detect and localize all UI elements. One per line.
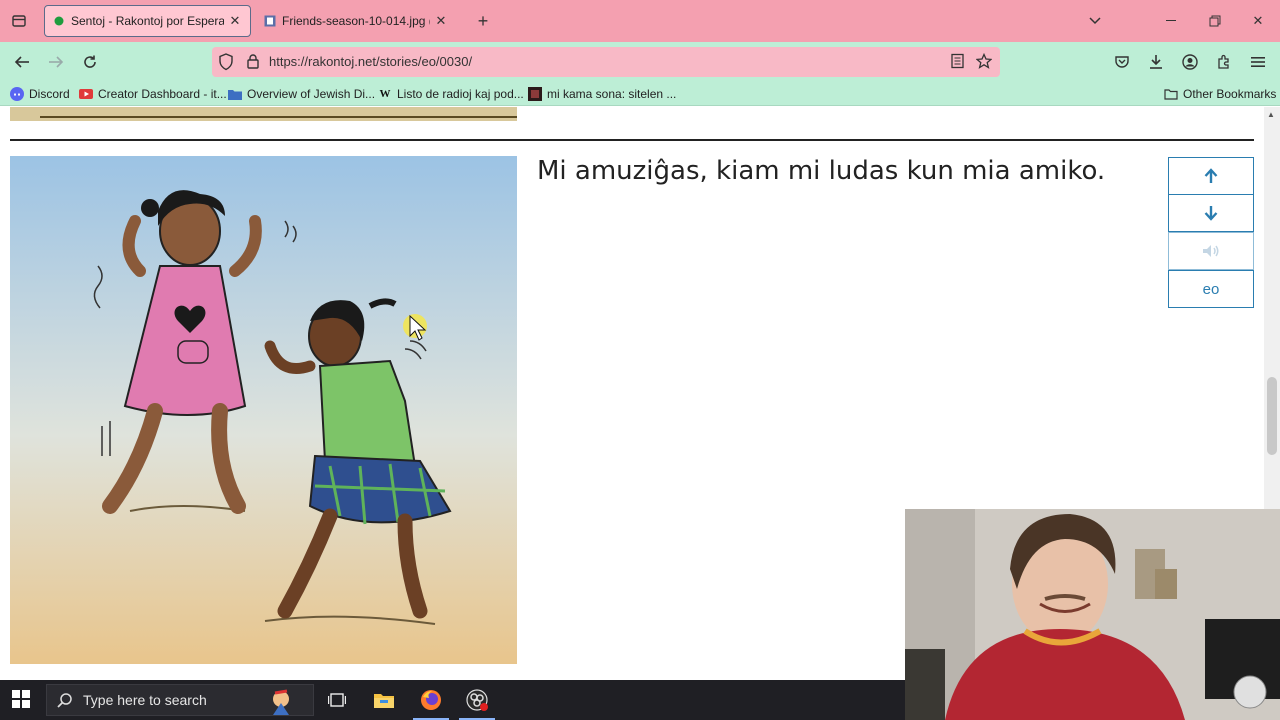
image-favicon-icon xyxy=(264,15,276,27)
browser-tab-bar: Sentoj - Rakontoj por Esperanto ✕ Friend… xyxy=(0,0,1280,42)
url-text[interactable]: https://rakontoj.net/stories/eo/0030/ xyxy=(269,54,472,69)
search-placeholder: Type here to search xyxy=(83,692,207,708)
folder-blue-icon xyxy=(228,87,242,101)
menu-hamburger-icon[interactable] xyxy=(1245,50,1271,74)
site-icon xyxy=(528,87,542,101)
task-view-icon[interactable] xyxy=(324,688,350,712)
tab-friends-image[interactable]: Friends-season-10-014.jpg (JPEG ✕ xyxy=(256,5,456,37)
scroll-up-arrow-icon[interactable]: ▲ xyxy=(1267,110,1275,119)
extensions-icon[interactable] xyxy=(1211,50,1237,74)
lock-icon[interactable] xyxy=(246,53,260,74)
scrollbar-thumb[interactable] xyxy=(1267,377,1277,455)
file-explorer-icon[interactable] xyxy=(371,688,397,712)
bookmark-mi-kama-sona[interactable]: mi kama sona: sitelen ... xyxy=(528,86,676,102)
reload-icon[interactable] xyxy=(77,50,103,74)
story-sentence: Mi amuziĝas, kiam mi ludas kun mia amiko… xyxy=(537,156,1106,186)
folder-icon xyxy=(1164,87,1178,101)
story-illustration-girls-playing xyxy=(10,156,517,664)
bookmark-creator-dashboard[interactable]: Creator Dashboard - it... xyxy=(79,86,227,102)
speaker-icon xyxy=(1203,245,1219,257)
restore-icon[interactable] xyxy=(1200,10,1230,32)
previous-story-image-bottom xyxy=(10,107,517,121)
account-icon[interactable] xyxy=(1177,50,1203,74)
pocket-icon[interactable] xyxy=(1109,50,1135,74)
back-arrow-icon[interactable] xyxy=(9,50,35,74)
bookmark-discord[interactable]: Discord xyxy=(10,86,70,102)
wikipedia-icon: W xyxy=(379,88,391,100)
reader-view-icon[interactable] xyxy=(950,53,966,74)
other-bookmarks-folder[interactable]: Other Bookmarks xyxy=(1164,86,1276,102)
taskbar-search-box[interactable]: Type here to search xyxy=(46,684,314,716)
close-window-icon[interactable]: ✕ xyxy=(1243,10,1273,32)
bookmark-listo-de-radioj[interactable]: W Listo de radioj kaj pod... xyxy=(378,86,524,102)
address-bar[interactable]: https://rakontoj.net/stories/eo/0030/ xyxy=(212,47,1000,77)
tab-rakontoj[interactable]: Sentoj - Rakontoj por Esperanto ✕ xyxy=(44,5,251,37)
tab-list-icon[interactable] xyxy=(8,10,30,32)
webcam-overlay-streamer xyxy=(905,509,1280,720)
previous-sentence-button[interactable] xyxy=(1168,157,1254,195)
tab-title: Sentoj - Rakontoj por Esperanto xyxy=(71,14,224,28)
obs-studio-icon[interactable] xyxy=(464,688,490,712)
next-sentence-button[interactable] xyxy=(1168,194,1254,232)
forward-arrow-icon[interactable] xyxy=(43,50,69,74)
search-icon xyxy=(57,692,77,708)
section-divider xyxy=(10,139,1254,141)
minimize-icon[interactable] xyxy=(1157,10,1187,32)
play-audio-button[interactable] xyxy=(1168,232,1254,270)
language-button[interactable]: eo xyxy=(1168,270,1254,308)
downloads-icon[interactable] xyxy=(1143,50,1169,74)
down-arrow-icon xyxy=(1204,206,1218,221)
list-all-tabs-chevron-icon[interactable] xyxy=(1080,10,1110,32)
search-highlight-icon xyxy=(261,687,301,720)
bookmarks-toolbar: Discord Creator Dashboard - it... Overvi… xyxy=(0,82,1280,106)
close-tab-icon[interactable]: ✕ xyxy=(434,13,448,29)
youtube-studio-icon xyxy=(79,87,93,101)
bookmark-star-icon[interactable] xyxy=(975,52,993,74)
discord-icon xyxy=(10,87,24,101)
close-tab-icon[interactable]: ✕ xyxy=(228,13,242,29)
firefox-icon[interactable] xyxy=(418,688,444,712)
windows-start-icon[interactable] xyxy=(12,690,30,713)
bookmark-jewish-overview[interactable]: Overview of Jewish Di... xyxy=(228,86,375,102)
rakontoj-favicon-icon xyxy=(53,15,65,27)
tracking-protection-shield-icon[interactable] xyxy=(218,53,234,76)
windows-taskbar: Type here to search xyxy=(0,680,905,720)
new-tab-icon[interactable]: + xyxy=(472,10,494,32)
up-arrow-icon xyxy=(1204,168,1218,183)
tab-title: Friends-season-10-014.jpg (JPEG xyxy=(282,14,430,28)
